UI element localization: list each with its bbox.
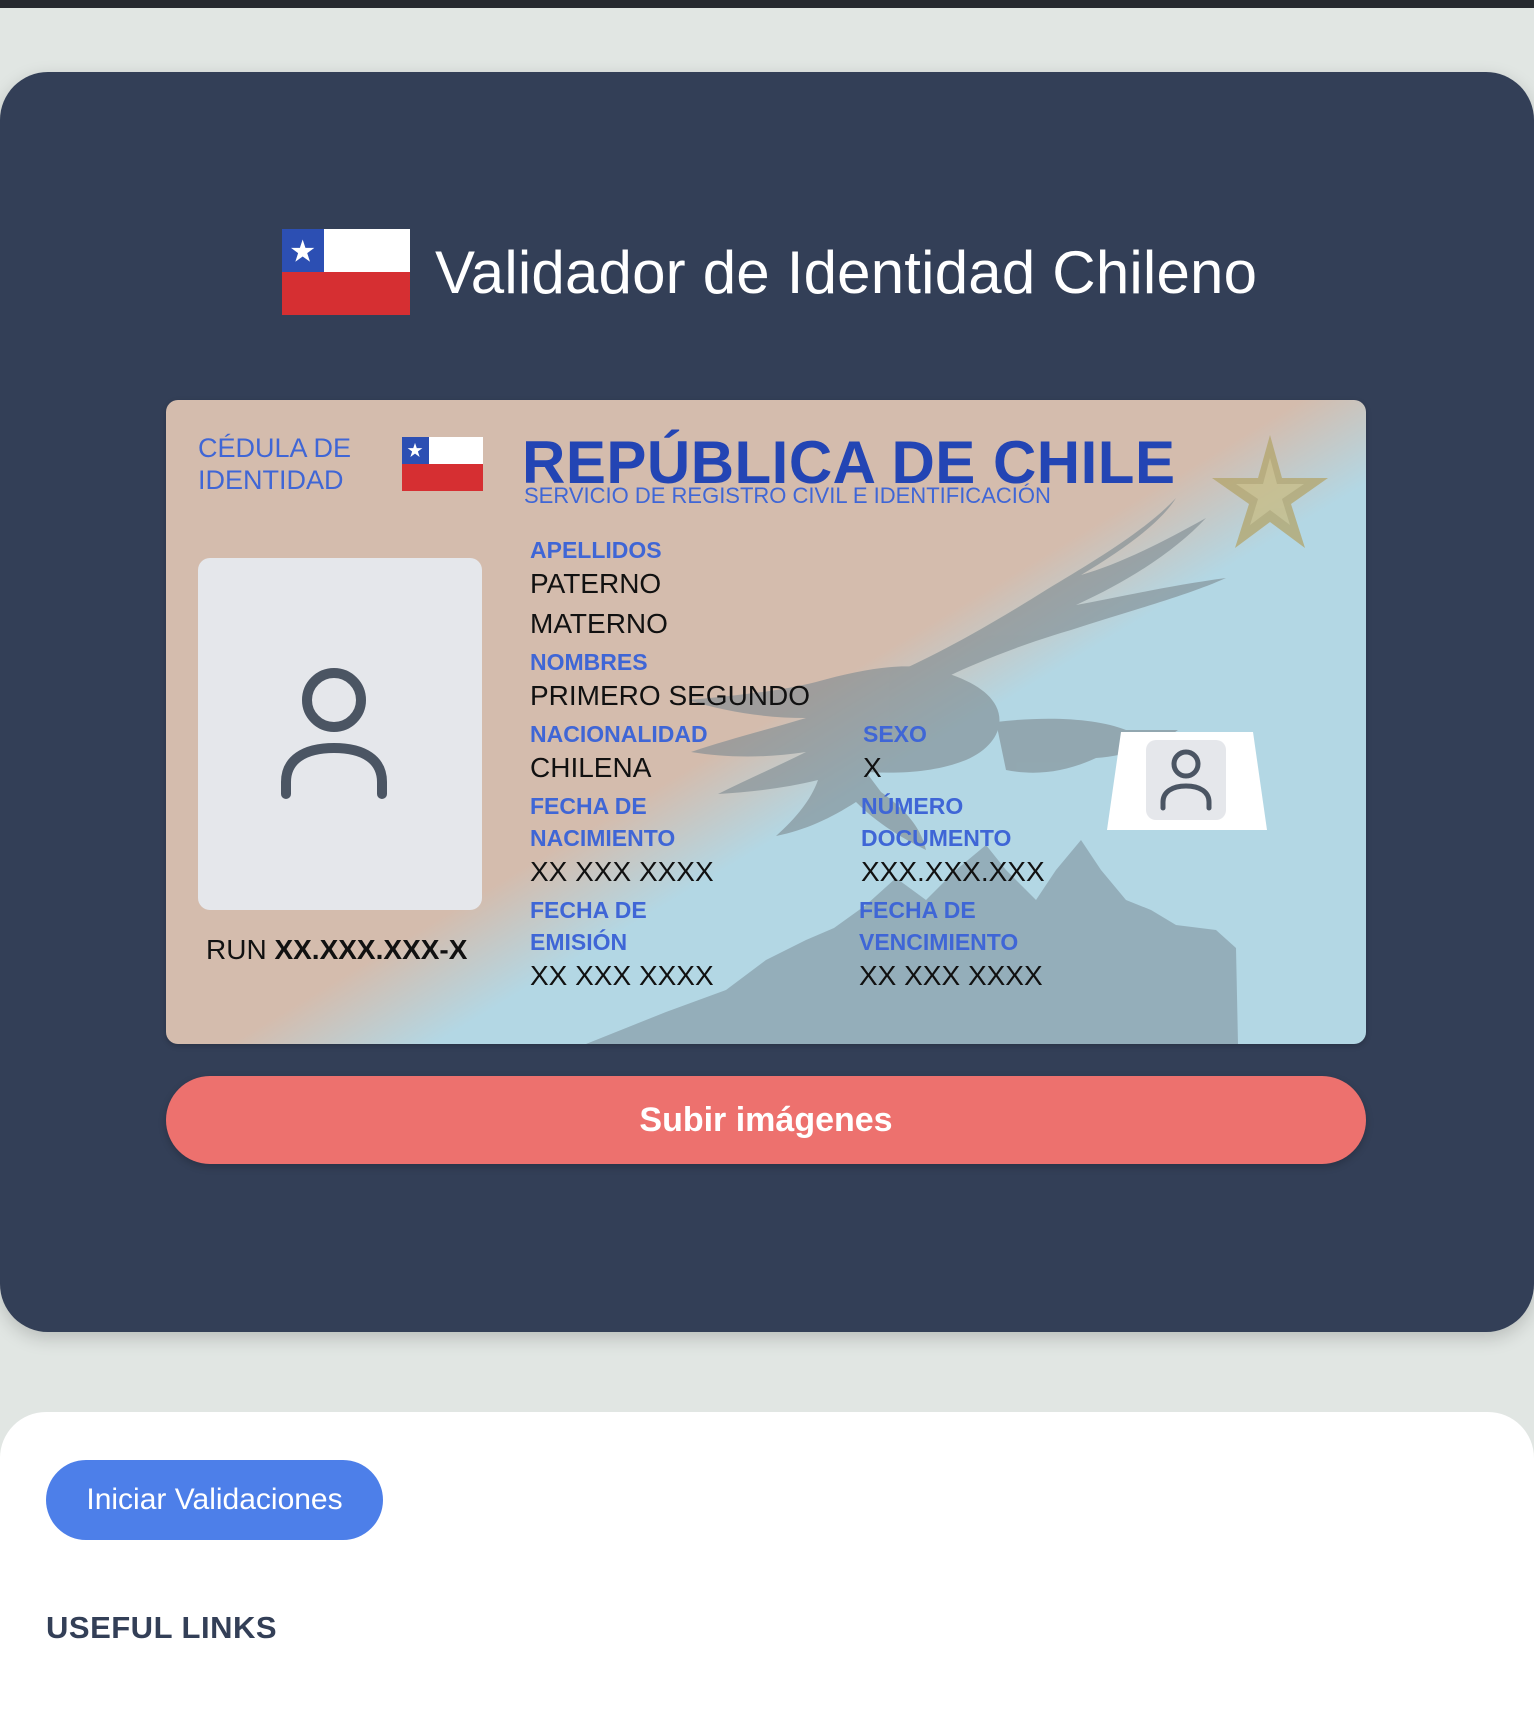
value-materno: MATERNO <box>530 608 668 639</box>
card-issuer: SERVICIO DE REGISTRO CIVIL E IDENTIFICAC… <box>524 483 1051 508</box>
run-value: XX.XXX.XXX-X <box>274 934 468 965</box>
id-card-preview: CÉDULA DE IDENTIDAD REPÚBLICA DE CHILE S… <box>166 400 1366 1044</box>
label-numero-documento: NÚMERO DOCUMENTO <box>861 793 1012 851</box>
value-fecha-vencimiento: XX XXX XXXX <box>859 960 1043 991</box>
document-type: CÉDULA DE IDENTIDAD <box>198 433 352 495</box>
bottom-panel: Iniciar Validaciones USEFUL LINKS <box>0 1412 1534 1712</box>
chile-flag-icon <box>282 229 410 315</box>
value-fecha-nacimiento: XX XXX XXXX <box>530 856 714 887</box>
label-sexo: SEXO <box>863 721 927 747</box>
label-fecha-vencimiento: FECHA DE VENCIMIENTO <box>859 897 1019 955</box>
value-fecha-emision: XX XXX XXXX <box>530 960 714 991</box>
start-validations-button[interactable]: Iniciar Validaciones <box>46 1460 383 1540</box>
label-nombres: NOMBRES <box>530 649 648 675</box>
value-paterno: PATERNO <box>530 568 662 599</box>
photo-placeholder <box>198 558 482 910</box>
top-bar <box>0 0 1534 8</box>
page-title: Validador de Identidad Chileno <box>435 238 1258 306</box>
chile-flag-icon <box>402 437 483 491</box>
value-numero-documento: XXX.XXX.XXX <box>861 856 1045 887</box>
label-fecha-nacimiento: FECHA DE NACIMIENTO <box>530 793 676 851</box>
useful-links-heading: USEFUL LINKS <box>46 1610 278 1645</box>
page-header: Validador de Identidad Chileno <box>282 228 1257 316</box>
label-nacionalidad: NACIONALIDAD <box>530 721 708 747</box>
seal-star-icon <box>1212 435 1328 548</box>
ghost-image <box>1107 732 1269 830</box>
run-number: RUN XX.XXX.XXX-X <box>206 934 467 966</box>
label-apellidos: APELLIDOS <box>530 537 662 563</box>
user-icon <box>281 668 387 799</box>
user-icon <box>1160 749 1212 811</box>
run-label: RUN <box>206 934 267 965</box>
value-nombres: PRIMERO SEGUNDO <box>530 680 811 711</box>
value-nacionalidad: CHILENA <box>530 752 652 783</box>
upload-images-button[interactable]: Subir imágenes <box>166 1076 1366 1164</box>
label-fecha-emision: FECHA DE EMISIÓN <box>530 897 647 955</box>
value-sexo: X <box>863 752 882 783</box>
